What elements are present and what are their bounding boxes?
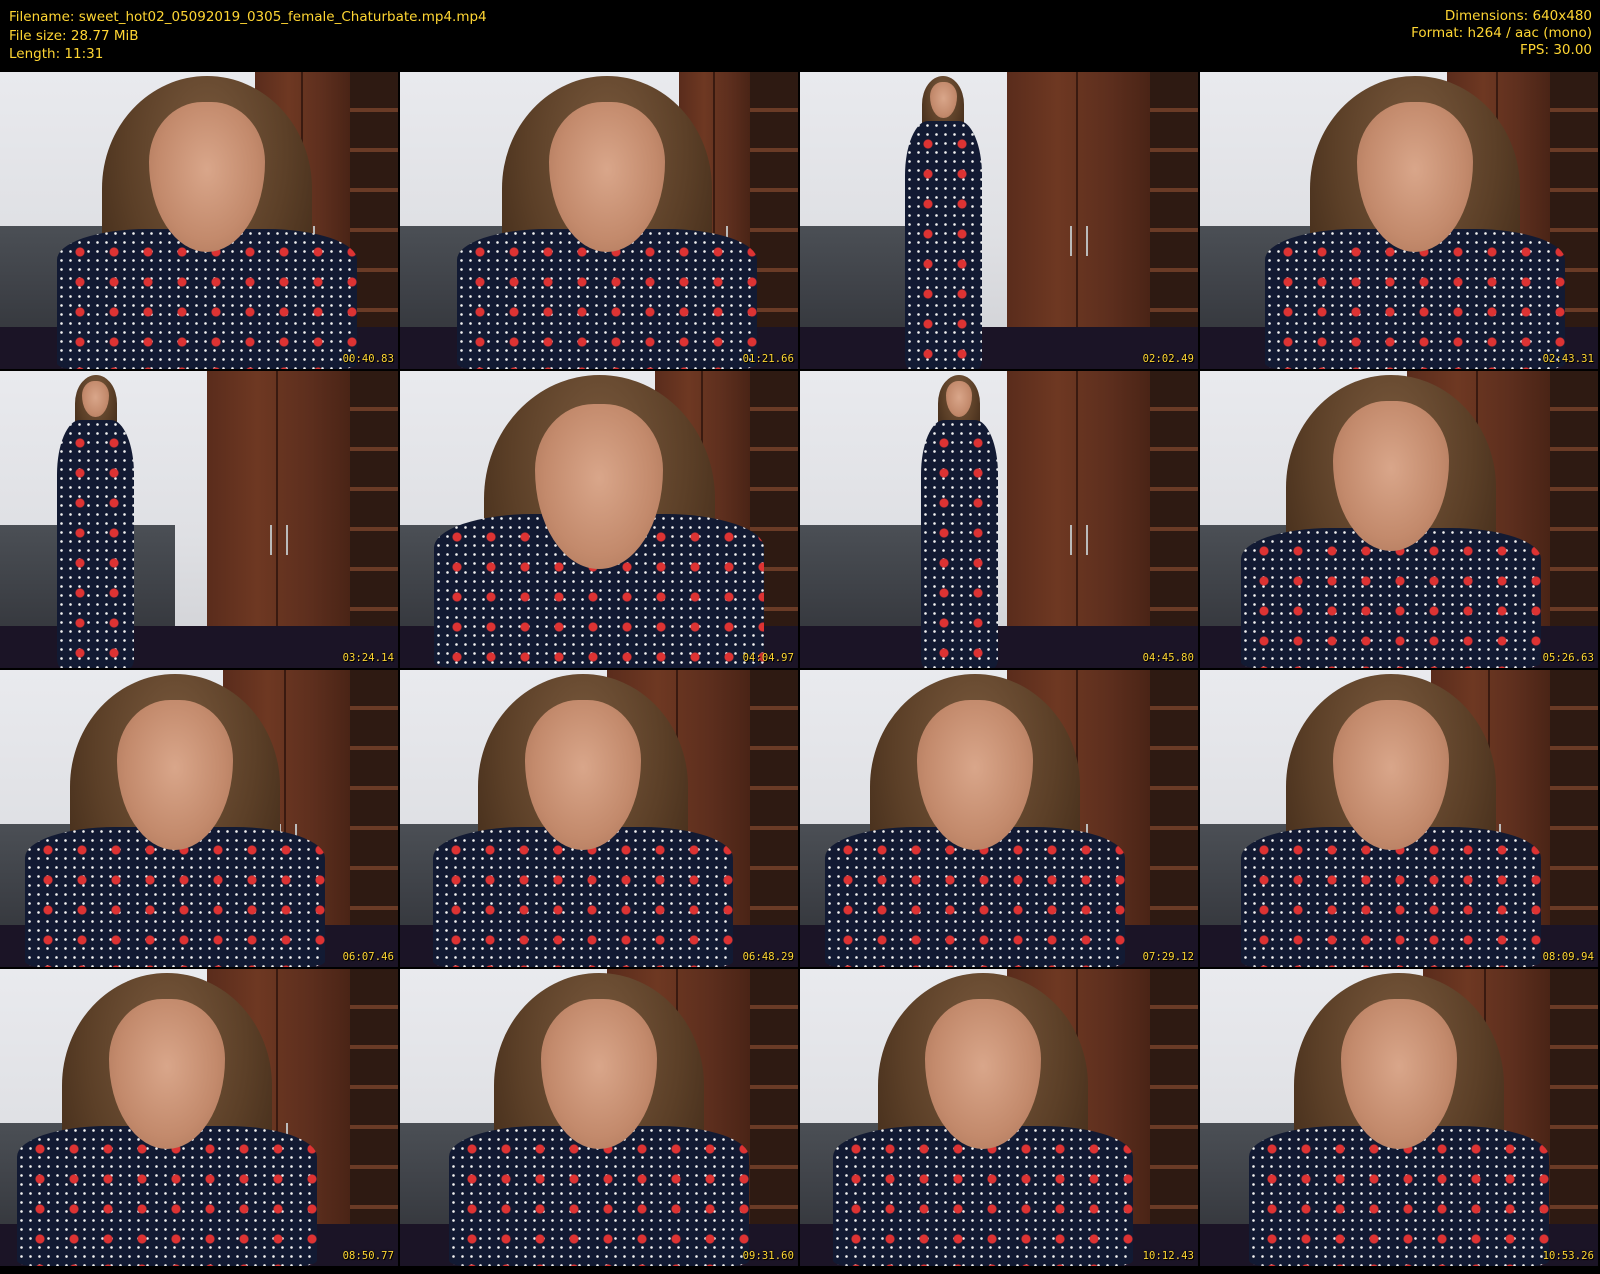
thumbnail-timestamp: 02:02.49 <box>1142 353 1194 365</box>
filename-text: Filename: sweet_hot02_05092019_0305_fema… <box>9 9 487 25</box>
info-header: Filename: sweet_hot02_05092019_0305_fema… <box>0 0 1600 72</box>
video-thumbnail: 04:45.80 <box>800 371 1198 668</box>
scene-wardrobe <box>1006 72 1151 369</box>
scene-shelf <box>350 670 398 967</box>
scene-shelf <box>750 670 798 967</box>
video-thumbnail: 08:09.94 <box>1200 670 1598 967</box>
fps-text: FPS: 30.00 <box>1520 42 1592 58</box>
length-text: Length: 11:31 <box>9 46 104 62</box>
thumbnail-timestamp: 06:48.29 <box>742 951 794 963</box>
scene-floor <box>800 327 1198 369</box>
scene-shelf <box>350 72 398 369</box>
video-thumbnail: 02:43.31 <box>1200 72 1598 369</box>
video-thumbnail: 03:24.14 <box>0 371 398 668</box>
thumbnail-timestamp: 09:31.60 <box>742 1250 794 1262</box>
video-info: Dimensions: 640x480 Format: h264 / aac (… <box>1411 8 1592 59</box>
person-dress <box>920 420 998 668</box>
thumbnail-timestamp: 00:40.83 <box>342 353 394 365</box>
thumbnail-timestamp: 05:26.63 <box>1542 652 1594 664</box>
person-dress <box>57 420 135 668</box>
format-text: Format: h264 / aac (mono) <box>1411 25 1592 41</box>
scene-shelf <box>750 969 798 1266</box>
scene-shelf <box>1150 371 1198 668</box>
video-thumbnail: 10:12.43 <box>800 969 1198 1266</box>
scene-floor <box>800 626 1198 668</box>
video-thumbnail: 08:50.77 <box>0 969 398 1266</box>
thumbnail-timestamp: 10:12.43 <box>1142 1250 1194 1262</box>
scene-shelf <box>1150 969 1198 1266</box>
thumbnail-timestamp: 07:29.12 <box>1142 951 1194 963</box>
video-thumbnail: 06:07.46 <box>0 670 398 967</box>
thumbnail-timestamp: 02:43.31 <box>1542 353 1594 365</box>
person-dress <box>904 121 982 369</box>
scene-shelf <box>350 969 398 1266</box>
thumbnail-timestamp: 08:50.77 <box>342 1250 394 1262</box>
video-thumbnail: 06:48.29 <box>400 670 798 967</box>
thumbnail-timestamp: 06:07.46 <box>342 951 394 963</box>
thumbnail-timestamp: 04:04.97 <box>742 652 794 664</box>
filesize-text: File size: 28.77 MiB <box>9 27 139 44</box>
thumbnail-timestamp: 01:21.66 <box>742 353 794 365</box>
video-thumbnail: 02:02.49 <box>800 72 1198 369</box>
video-thumbnail: 10:53.26 <box>1200 969 1598 1266</box>
scene-shelf <box>1150 670 1198 967</box>
scene-wardrobe <box>206 371 351 668</box>
thumbnail-grid: 00:40.83 01:21.66 02:02.49 02:43.31 03:24.14… <box>0 72 1600 1274</box>
scene-shelf <box>1550 969 1598 1266</box>
thumbnail-timestamp: 03:24.14 <box>342 652 394 664</box>
scene-shelf <box>1150 72 1198 369</box>
video-thumbnail: 07:29.12 <box>800 670 1198 967</box>
thumbnail-timestamp: 08:09.94 <box>1542 951 1594 963</box>
thumbnail-timestamp: 04:45.80 <box>1142 652 1194 664</box>
scene-shelf <box>750 72 798 369</box>
scene-shelf <box>350 371 398 668</box>
video-thumbnail: 04:04.97 <box>400 371 798 668</box>
video-thumbnail: 01:21.66 <box>400 72 798 369</box>
scene-shelf <box>1550 670 1598 967</box>
file-info: Filename: sweet_hot02_05092019_0305_fema… <box>9 8 487 64</box>
scene-wardrobe <box>1006 371 1151 668</box>
video-thumbnail: 00:40.83 <box>0 72 398 369</box>
thumbnail-timestamp: 10:53.26 <box>1542 1250 1594 1262</box>
video-thumbnail: 05:26.63 <box>1200 371 1598 668</box>
dimensions-text: Dimensions: 640x480 <box>1444 8 1592 24</box>
video-thumbnail: 09:31.60 <box>400 969 798 1266</box>
scene-shelf <box>1550 371 1598 668</box>
